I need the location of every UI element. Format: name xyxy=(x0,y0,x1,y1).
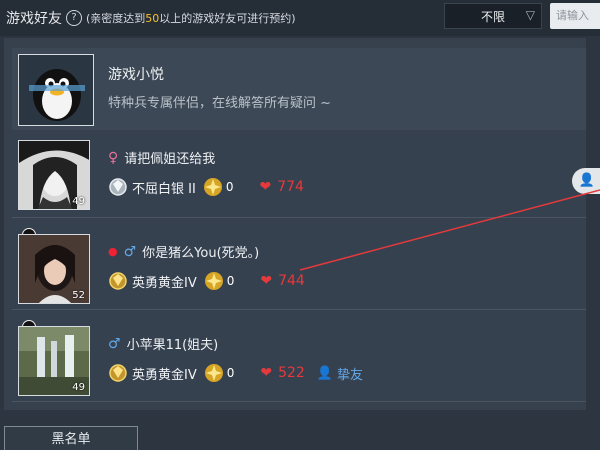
hint-prefix: (亲密度达到 xyxy=(86,12,146,25)
friend-name: 小苹果11(姐夫) xyxy=(126,338,219,353)
male-icon: ♂ xyxy=(108,335,121,352)
help-icon[interactable]: ? xyxy=(66,10,82,26)
intimacy-value: 774 xyxy=(277,179,304,195)
emblem-icon xyxy=(203,178,222,196)
heart-icon: ❤ xyxy=(259,179,272,195)
emblem-value: 0 xyxy=(225,180,234,194)
emblem-icon xyxy=(204,272,223,290)
filter-dropdown[interactable]: 不限 ▽ xyxy=(444,3,542,29)
intimacy-value: 522 xyxy=(278,365,305,381)
hint-suffix: 以上的游戏好友可进行预约) xyxy=(159,12,296,25)
relation-label: 挚友 xyxy=(337,367,364,383)
add-friend-icon[interactable]: 👤 xyxy=(572,168,600,194)
friend-list-panel: 游戏小悦 特种兵专属伴侣，在线解答所有疑问 ~ 49 ♀ 请把佩姐还给我 不屈白… xyxy=(4,38,586,410)
avatar: 49 xyxy=(18,140,90,210)
female-icon: ♀ xyxy=(108,149,119,166)
friend-rank-line: 英勇黄金IV 0 ❤ 744 xyxy=(108,270,305,292)
rank-badge-icon xyxy=(109,272,127,290)
official-name: 游戏小悦 xyxy=(108,67,164,83)
friend-name: 请把佩姐还给我 xyxy=(124,152,216,167)
page-title: 游戏好友 xyxy=(6,11,62,27)
official-description: 特种兵专属伴侣，在线解答所有疑问 ~ xyxy=(108,96,332,111)
rank-label: 英勇黄金IV xyxy=(132,275,197,291)
emblem-value: 0 xyxy=(226,366,235,380)
intimacy-value: 744 xyxy=(278,273,305,289)
friend-row[interactable]: 49 ♀ 请把佩姐还给我 不屈白银 II 0 ❤ 774 xyxy=(12,134,586,218)
filter-selected: 不限 xyxy=(480,9,505,24)
friend-rank-line: 英勇黄金IV 0 ❤ 522 👤 挚友 xyxy=(108,362,363,384)
hint-value: 50 xyxy=(145,12,160,25)
official-assistant-row[interactable]: 游戏小悦 特种兵专属伴侣，在线解答所有疑问 ~ xyxy=(12,48,586,130)
friend-row[interactable]: 52 ● ♂ 你是猪么You(死党。) 英勇黄金IV 0 ❤ 744 xyxy=(12,222,586,310)
relation-badge: 👤 挚友 xyxy=(317,364,363,383)
friend-name-line: ♂ 小苹果11(姐夫) xyxy=(108,334,219,354)
friend-name-line: ♀ 请把佩姐还给我 xyxy=(108,148,216,168)
friend-row[interactable]: 49 ♂ 小苹果11(姐夫) 英勇黄金IV 0 ❤ 522 👤 挚友 xyxy=(12,314,586,402)
chevron-down-icon: ▽ xyxy=(525,8,535,22)
friend-name-line: ● ♂ 你是猪么You(死党。) xyxy=(108,242,260,262)
level-label: 49 xyxy=(72,196,85,207)
heart-icon: ❤ xyxy=(260,365,273,381)
level-label: 52 xyxy=(72,290,85,301)
male-icon: ♂ xyxy=(123,243,137,260)
avatar: 49 xyxy=(18,326,90,396)
rank-label: 英勇黄金IV xyxy=(132,367,197,383)
heart-icon: ❤ xyxy=(260,273,273,289)
friend-rank-line: 不屈白银 II 0 ❤ 774 xyxy=(108,176,304,198)
rank-label: 不屈白银 II xyxy=(132,181,196,197)
qq-icon: ● xyxy=(108,245,118,258)
avatar: 52 xyxy=(18,234,90,304)
person-icon: 👤 xyxy=(316,365,334,381)
emblem-value: 0 xyxy=(226,274,235,288)
emblem-icon xyxy=(204,364,223,382)
rank-badge-icon xyxy=(109,178,127,196)
level-label: 49 xyxy=(72,382,85,393)
penguin-avatar-icon xyxy=(19,55,93,125)
avatar xyxy=(18,54,94,126)
friend-name: 你是猪么You(死党。) xyxy=(142,246,260,261)
search-input[interactable] xyxy=(550,3,600,29)
rank-badge-icon xyxy=(109,364,127,382)
intimacy-hint: (亲密度达到50以上的游戏好友可进行预约) xyxy=(86,10,296,26)
blacklist-button[interactable]: 黑名单 xyxy=(4,426,138,450)
